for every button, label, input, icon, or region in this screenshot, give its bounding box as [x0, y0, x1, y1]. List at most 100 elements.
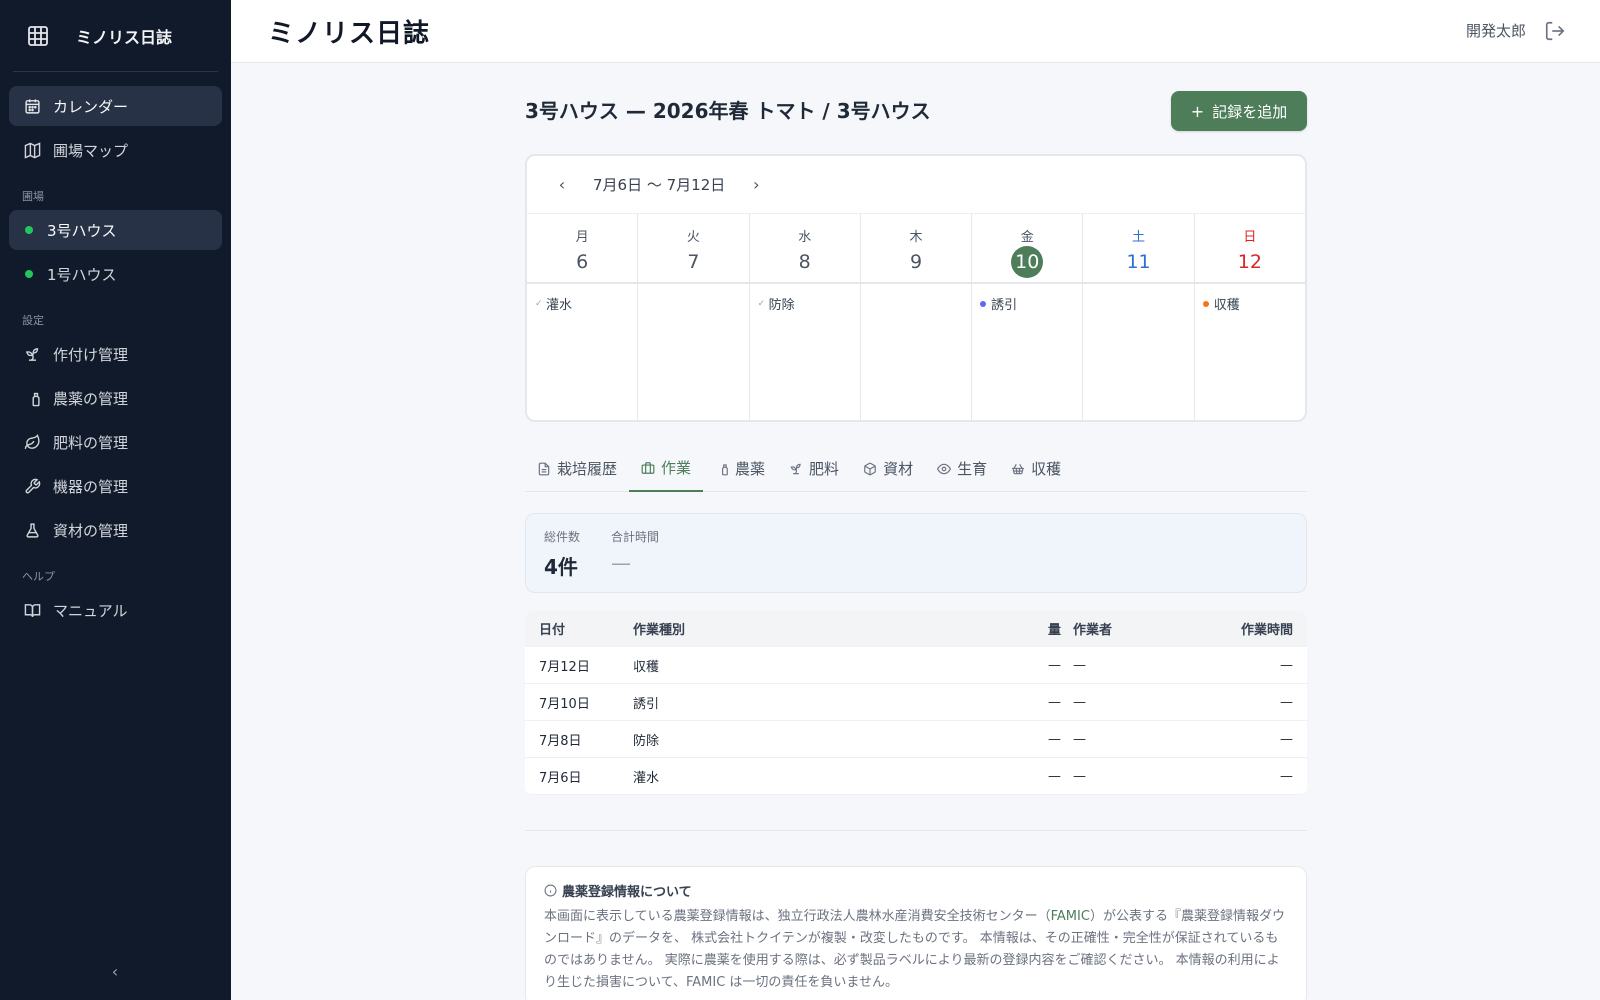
- table-row[interactable]: 7月12日 収穫 — — —: [525, 647, 1307, 684]
- tab-label: 農薬: [735, 460, 766, 478]
- tab-label: 栽培履歴: [557, 460, 618, 478]
- sidebar-item-manual[interactable]: マニュアル: [9, 590, 222, 630]
- check-icon: ✓: [757, 298, 766, 309]
- book-icon: [23, 601, 41, 619]
- map-icon: [23, 141, 41, 159]
- day-header-thu[interactable]: 木9: [861, 214, 973, 282]
- work-table: 日付 作業種別 量 作業者 作業時間 7月12日 収穫 — — — 7月10日 …: [525, 611, 1307, 795]
- day-cell[interactable]: [861, 284, 973, 420]
- day-of-week: 火: [686, 230, 700, 245]
- briefcase-icon: [641, 461, 655, 474]
- sprout-icon: [23, 345, 41, 363]
- event-label: 誘引: [991, 298, 1018, 313]
- tab-label: 収穫: [1031, 460, 1062, 478]
- plus-icon: +: [1190, 101, 1205, 121]
- sidebar-item-fertilizers[interactable]: 肥料の管理: [9, 422, 222, 462]
- sidebar-item-calendar[interactable]: カレンダー: [9, 86, 222, 126]
- cell-type: 収穫: [633, 659, 660, 675]
- day-header-mon[interactable]: 月6: [527, 214, 639, 282]
- work-summary: 総件数 4件 合計時間 —: [525, 513, 1307, 593]
- day-cell[interactable]: ✓ 灌水: [527, 284, 639, 420]
- sidebar-item-label: 1号ハウス: [47, 265, 117, 284]
- column-header-time[interactable]: 作業時間: [1157, 619, 1307, 638]
- famic-text: FAMIC: [1050, 909, 1090, 924]
- tab-history[interactable]: 栽培履歴: [525, 445, 629, 492]
- info-icon: [544, 884, 557, 897]
- table-row[interactable]: 7月6日 灌水 — — —: [525, 758, 1307, 795]
- cell-date: 7月8日: [539, 733, 582, 749]
- tab-materials[interactable]: 資材: [851, 445, 925, 492]
- cell-type: 防除: [633, 733, 660, 749]
- tab-fertilizers[interactable]: 肥料: [777, 445, 851, 492]
- column-header-date[interactable]: 日付: [525, 619, 633, 638]
- tab-work[interactable]: 作業: [629, 445, 704, 492]
- collapse-sidebar-button[interactable]: ‹: [105, 962, 125, 982]
- day-cell[interactable]: ✓ 防除: [750, 284, 861, 420]
- sidebar-item-field-map[interactable]: 圃場マップ: [9, 130, 222, 170]
- sidebar-item-label: 農薬の管理: [53, 389, 129, 408]
- tab-pesticides[interactable]: 農薬: [703, 445, 777, 492]
- day-number: 10: [1011, 246, 1044, 278]
- tab-label: 資材: [883, 460, 914, 478]
- sidebar-item-label: 資材の管理: [53, 521, 129, 540]
- day-of-week: 土: [1132, 230, 1146, 245]
- cell-qty: —: [1048, 731, 1061, 747]
- table-row[interactable]: 7月8日 防除 — — —: [525, 721, 1307, 758]
- user-name[interactable]: 開発太郎: [1466, 20, 1526, 41]
- event-label: 収穫: [1213, 298, 1240, 313]
- logout-icon[interactable]: [1544, 20, 1566, 42]
- tab-harvest[interactable]: 収穫: [999, 445, 1073, 492]
- day-header-fri-today[interactable]: 金 10: [972, 214, 1084, 282]
- day-header-wed[interactable]: 水8: [750, 214, 861, 282]
- tab-growth[interactable]: 生育: [925, 445, 999, 492]
- day-of-week: 月: [575, 230, 589, 245]
- sidebar-item-label: 3号ハウス: [47, 221, 117, 240]
- day-header-sun[interactable]: 日 12: [1195, 214, 1305, 282]
- table-row[interactable]: 7月10日 誘引 — — —: [525, 684, 1307, 721]
- calendar-event[interactable]: ✓ 防除: [758, 294, 860, 313]
- sidebar-item-field-3[interactable]: 3号ハウス: [9, 210, 222, 250]
- week-calendar: ‹ 7月6日 〜 7月12日 › 月6 火7 水8 木9 金 10 土 11 日 12…: [525, 154, 1307, 422]
- sidebar-item-label: 圃場マップ: [53, 141, 129, 160]
- sidebar: ミノリス日誌 カレンダー 圃場マップ 圃場 3号ハウス 1号ハウス 設定 作付け…: [0, 0, 231, 1000]
- tab-label: 肥料: [809, 460, 840, 478]
- calendar-event[interactable]: 収穫: [1202, 294, 1305, 313]
- add-record-button[interactable]: + 記録を追加: [1171, 91, 1307, 131]
- calendar-event[interactable]: ✓ 灌水: [535, 294, 637, 313]
- next-week-button[interactable]: ›: [749, 175, 763, 194]
- section-help: ヘルプ: [22, 570, 55, 583]
- cell-type: 灌水: [633, 770, 660, 786]
- wrench-icon: [23, 477, 41, 495]
- cell-time: —: [1280, 657, 1293, 673]
- cell-time: —: [1280, 694, 1293, 710]
- column-header-worker[interactable]: 作業者: [1061, 619, 1157, 638]
- day-cell[interactable]: [638, 284, 750, 420]
- sidebar-item-materials[interactable]: 資材の管理: [9, 510, 222, 550]
- sidebar-item-field-1[interactable]: 1号ハウス: [9, 254, 222, 294]
- tab-label: 作業: [661, 459, 692, 477]
- day-cell[interactable]: 収穫: [1195, 284, 1305, 420]
- total-time-value: —: [611, 551, 631, 575]
- cell-date: 7月6日: [539, 770, 582, 786]
- total-count-label: 総件数: [544, 530, 581, 544]
- day-cell[interactable]: 誘引: [972, 284, 1084, 420]
- pesticide-data-notice: 農薬登録情報について 本画面に表示している農薬登録情報は、独立行政法人農林水産消…: [525, 866, 1307, 1000]
- cell-time: —: [1280, 768, 1293, 784]
- calendar-event[interactable]: 誘引: [980, 294, 1082, 313]
- calendar-day-headers: 月6 火7 水8 木9 金 10 土 11 日 12: [527, 214, 1305, 284]
- prev-week-button[interactable]: ‹: [555, 175, 569, 194]
- day-cell[interactable]: [1083, 284, 1195, 420]
- day-header-sat[interactable]: 土 11: [1083, 214, 1195, 282]
- column-header-qty[interactable]: 量: [1021, 619, 1061, 638]
- cell-worker: —: [1073, 657, 1086, 673]
- eye-icon: [937, 463, 952, 474]
- sidebar-item-pesticides[interactable]: 農薬の管理: [9, 378, 222, 418]
- day-number: 8: [798, 251, 811, 273]
- day-header-tue[interactable]: 火7: [638, 214, 750, 282]
- brand[interactable]: ミノリス日誌: [13, 0, 218, 72]
- sidebar-item-equipment[interactable]: 機器の管理: [9, 466, 222, 506]
- cell-type: 誘引: [633, 696, 660, 712]
- sidebar-item-planting[interactable]: 作付け管理: [9, 334, 222, 374]
- column-header-type[interactable]: 作業種別: [633, 619, 1021, 638]
- flask-icon: [23, 521, 41, 539]
